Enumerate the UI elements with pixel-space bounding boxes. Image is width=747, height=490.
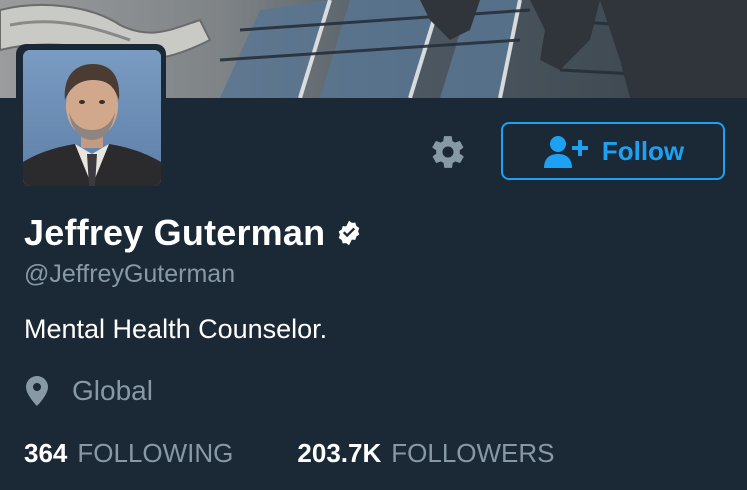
profile-stats: 364 FOLLOWING 203.7K FOLLOWERS xyxy=(24,438,555,469)
followers-count: 203.7K xyxy=(297,438,382,468)
followers-label: FOLLOWERS xyxy=(391,438,555,468)
add-user-icon xyxy=(542,133,594,169)
profile-bio: Mental Health Counselor. xyxy=(24,314,328,344)
settings-gear-button[interactable] xyxy=(428,132,468,172)
gear-icon xyxy=(432,136,464,168)
follow-button[interactable]: Follow xyxy=(501,122,725,180)
following-label: FOLLOWING xyxy=(77,438,234,468)
following-stat[interactable]: 364 FOLLOWING xyxy=(24,438,233,469)
location-pin-icon xyxy=(26,374,54,408)
profile-name: Jeffrey Guterman xyxy=(24,212,326,253)
following-count: 364 xyxy=(24,438,68,468)
avatar[interactable] xyxy=(23,50,161,186)
followers-stat[interactable]: 203.7K FOLLOWERS xyxy=(297,438,554,469)
profile-location: Global xyxy=(72,375,153,406)
profile-name-row: Jeffrey Guterman xyxy=(24,212,365,254)
profile-handle: @JeffreyGuterman xyxy=(24,260,236,288)
avatar-portrait xyxy=(23,50,161,186)
follow-button-label: Follow xyxy=(601,135,685,166)
profile-location-row: Global xyxy=(26,374,153,408)
verified-badge-icon xyxy=(335,218,365,248)
